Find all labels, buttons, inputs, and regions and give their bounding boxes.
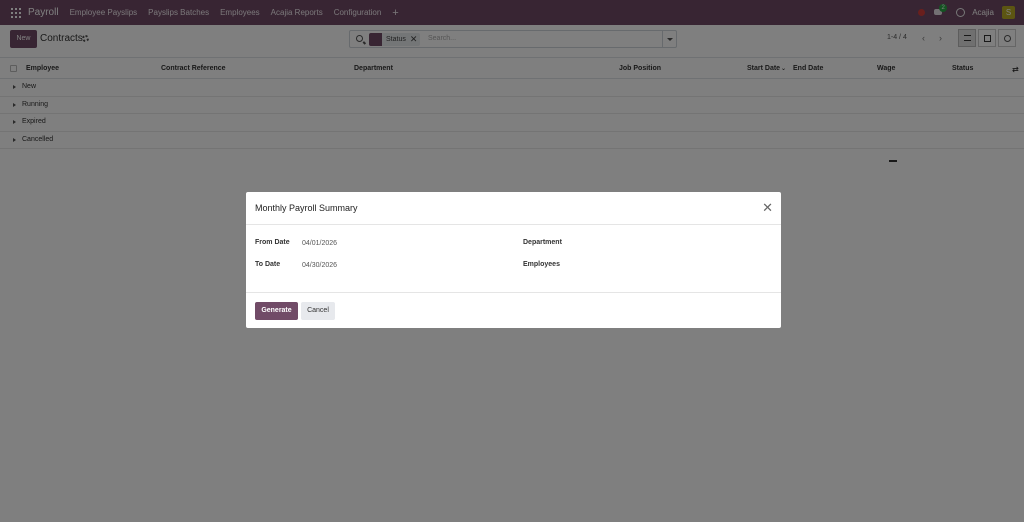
cancel-button[interactable]: Cancel xyxy=(301,302,335,320)
generate-button[interactable]: Generate xyxy=(255,302,298,320)
from-date-label: From Date xyxy=(255,239,290,246)
from-date-field[interactable]: 04/01/2026 xyxy=(302,240,337,247)
dialog-title: Monthly Payroll Summary xyxy=(255,203,358,213)
to-date-field[interactable]: 04/30/2026 xyxy=(302,262,337,269)
department-label: Department xyxy=(523,239,562,246)
dialog-header: Monthly Payroll Summary ✕ xyxy=(246,192,781,225)
employees-field[interactable] xyxy=(602,259,772,271)
payroll-summary-dialog: Monthly Payroll Summary ✕ From Date 04/0… xyxy=(246,192,781,328)
dialog-body: From Date 04/01/2026 To Date 04/30/2026 … xyxy=(246,225,781,293)
employees-label: Employees xyxy=(523,261,560,268)
dialog-footer: Generate Cancel xyxy=(246,293,781,328)
close-icon[interactable]: ✕ xyxy=(762,201,773,214)
to-date-label: To Date xyxy=(255,261,281,268)
department-field[interactable] xyxy=(602,237,772,249)
